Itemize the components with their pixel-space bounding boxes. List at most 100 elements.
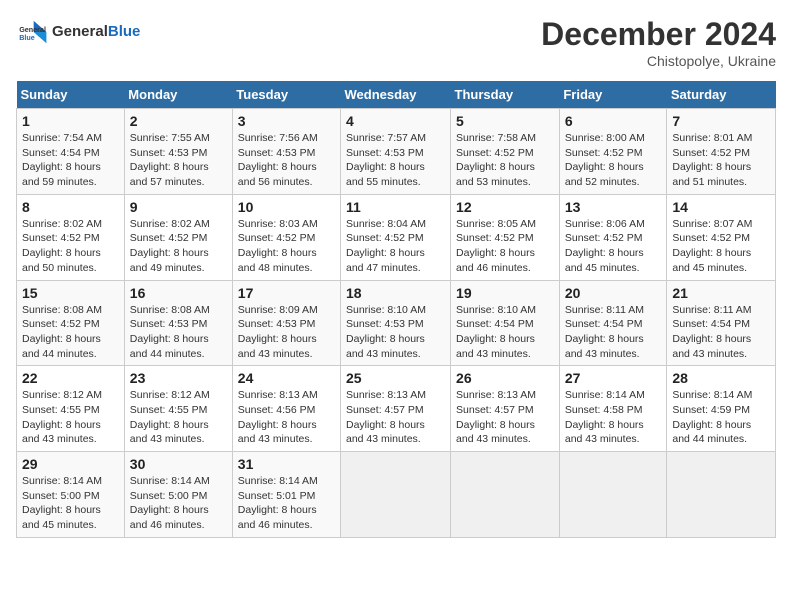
day-number: 24 xyxy=(238,370,335,386)
day-number: 7 xyxy=(672,113,770,129)
calendar-cell: 24 Sunrise: 8:13 AMSunset: 4:56 PMDayligh… xyxy=(232,366,340,452)
col-header-saturday: Saturday xyxy=(667,81,776,109)
calendar-cell: 6 Sunrise: 8:00 AMSunset: 4:52 PMDaylight… xyxy=(559,109,667,195)
day-number: 19 xyxy=(456,285,554,301)
week-row-2: 8 Sunrise: 8:02 AMSunset: 4:52 PMDaylight… xyxy=(17,194,776,280)
calendar-cell: 7 Sunrise: 8:01 AMSunset: 4:52 PMDaylight… xyxy=(667,109,776,195)
calendar-cell: 14Sunrise: 8:07 AMSunset: 4:52 PMDayligh… xyxy=(667,194,776,280)
day-number: 16 xyxy=(130,285,227,301)
calendar-cell: 29 Sunrise: 8:14 AMSunset: 5:00 PMDayligh… xyxy=(17,452,125,538)
col-header-monday: Monday xyxy=(124,81,232,109)
title-area: December 2024 Chistopolye, Ukraine xyxy=(541,16,776,69)
calendar-cell: 30 Sunrise: 8:14 AMSunset: 5:00 PMDayligh… xyxy=(124,452,232,538)
day-detail: Sunrise: 8:11 AMSunset: 4:54 PMDaylight:… xyxy=(565,304,644,360)
col-header-thursday: Thursday xyxy=(451,81,560,109)
week-row-1: 1 Sunrise: 7:54 AMSunset: 4:54 PMDaylight… xyxy=(17,109,776,195)
day-detail: Sunrise: 8:12 AMSunset: 4:55 PMDaylight:… xyxy=(22,389,102,445)
day-detail: Sunrise: 8:09 AMSunset: 4:53 PMDaylight:… xyxy=(238,304,318,360)
calendar-cell: 3Sunrise: 7:56 AMSunset: 4:53 PMDaylight… xyxy=(232,109,340,195)
day-detail: Sunrise: 8:13 AMSunset: 4:57 PMDaylight:… xyxy=(346,389,426,445)
day-number: 4 xyxy=(346,113,445,129)
day-detail: Sunrise: 8:11 AMSunset: 4:54 PMDaylight:… xyxy=(672,304,751,360)
day-detail: Sunrise: 8:08 AMSunset: 4:52 PMDaylight:… xyxy=(22,304,102,360)
calendar-cell: 19 Sunrise: 8:10 AMSunset: 4:54 PMDayligh… xyxy=(451,280,560,366)
day-number: 28 xyxy=(672,370,770,386)
day-number: 31 xyxy=(238,456,335,472)
col-header-wednesday: Wednesday xyxy=(341,81,451,109)
day-detail: Sunrise: 7:57 AMSunset: 4:53 PMDaylight:… xyxy=(346,132,426,188)
day-number: 23 xyxy=(130,370,227,386)
day-detail: Sunrise: 8:13 AMSunset: 4:56 PMDaylight:… xyxy=(238,389,318,445)
day-number: 8 xyxy=(22,199,119,215)
col-header-tuesday: Tuesday xyxy=(232,81,340,109)
calendar-cell: 15Sunrise: 8:08 AMSunset: 4:52 PMDayligh… xyxy=(17,280,125,366)
day-number: 13 xyxy=(565,199,662,215)
day-number: 25 xyxy=(346,370,445,386)
day-number: 27 xyxy=(565,370,662,386)
calendar-cell: 4 Sunrise: 7:57 AMSunset: 4:53 PMDaylight… xyxy=(341,109,451,195)
day-number: 6 xyxy=(565,113,662,129)
day-number: 21 xyxy=(672,285,770,301)
day-detail: Sunrise: 8:05 AMSunset: 4:52 PMDaylight:… xyxy=(456,218,536,274)
day-detail: Sunrise: 8:07 AMSunset: 4:52 PMDaylight:… xyxy=(672,218,752,274)
day-detail: Sunrise: 8:14 AMSunset: 5:00 PMDaylight:… xyxy=(22,475,102,531)
calendar-cell xyxy=(559,452,667,538)
calendar-cell: 28 Sunrise: 8:14 AMSunset: 4:59 PMDayligh… xyxy=(667,366,776,452)
day-detail: Sunrise: 8:10 AMSunset: 4:54 PMDaylight:… xyxy=(456,304,536,360)
calendar-cell xyxy=(667,452,776,538)
calendar-cell: 22Sunrise: 8:12 AMSunset: 4:55 PMDayligh… xyxy=(17,366,125,452)
day-detail: Sunrise: 8:14 AMSunset: 4:59 PMDaylight:… xyxy=(672,389,752,445)
day-detail: Sunrise: 7:54 AMSunset: 4:54 PMDaylight:… xyxy=(22,132,102,188)
day-number: 3 xyxy=(238,113,335,129)
day-number: 17 xyxy=(238,285,335,301)
calendar-cell: 11 Sunrise: 8:04 AMSunset: 4:52 PMDayligh… xyxy=(341,194,451,280)
day-detail: Sunrise: 8:14 AMSunset: 4:58 PMDaylight:… xyxy=(565,389,645,445)
calendar-cell xyxy=(341,452,451,538)
calendar-cell: 16 Sunrise: 8:08 AMSunset: 4:53 PMDayligh… xyxy=(124,280,232,366)
calendar-cell: 26Sunrise: 8:13 AMSunset: 4:57 PMDayligh… xyxy=(451,366,560,452)
calendar-cell: 9 Sunrise: 8:02 AMSunset: 4:52 PMDaylight… xyxy=(124,194,232,280)
month-title: December 2024 xyxy=(541,16,776,53)
day-detail: Sunrise: 8:04 AMSunset: 4:52 PMDaylight:… xyxy=(346,218,426,274)
day-detail: Sunrise: 8:14 AMSunset: 5:00 PMDaylight:… xyxy=(130,475,210,531)
day-number: 20 xyxy=(565,285,662,301)
day-detail: Sunrise: 8:01 AMSunset: 4:52 PMDaylight:… xyxy=(672,132,752,188)
calendar-header-row: SundayMondayTuesdayWednesdayThursdayFrid… xyxy=(17,81,776,109)
day-number: 2 xyxy=(130,113,227,129)
location-subtitle: Chistopolye, Ukraine xyxy=(541,53,776,69)
calendar-cell: 31 Sunrise: 8:14 AMSunset: 5:01 PMDayligh… xyxy=(232,452,340,538)
day-number: 10 xyxy=(238,199,335,215)
week-row-5: 29 Sunrise: 8:14 AMSunset: 5:00 PMDayligh… xyxy=(17,452,776,538)
day-number: 29 xyxy=(22,456,119,472)
col-header-friday: Friday xyxy=(559,81,667,109)
week-row-3: 15Sunrise: 8:08 AMSunset: 4:52 PMDayligh… xyxy=(17,280,776,366)
calendar-cell: 20 Sunrise: 8:11 AMSunset: 4:54 PMDayligh… xyxy=(559,280,667,366)
day-detail: Sunrise: 8:00 AMSunset: 4:52 PMDaylight:… xyxy=(565,132,645,188)
day-detail: Sunrise: 8:02 AMSunset: 4:52 PMDaylight:… xyxy=(130,218,210,274)
day-number: 12 xyxy=(456,199,554,215)
day-detail: Sunrise: 8:08 AMSunset: 4:53 PMDaylight:… xyxy=(130,304,210,360)
calendar-cell: 5 Sunrise: 7:58 AMSunset: 4:52 PMDaylight… xyxy=(451,109,560,195)
calendar-table: SundayMondayTuesdayWednesdayThursdayFrid… xyxy=(16,81,776,538)
day-detail: Sunrise: 8:14 AMSunset: 5:01 PMDaylight:… xyxy=(238,475,318,531)
logo: General Blue GeneralBlue xyxy=(16,16,140,48)
day-number: 11 xyxy=(346,199,445,215)
day-detail: Sunrise: 8:12 AMSunset: 4:55 PMDaylight:… xyxy=(130,389,210,445)
calendar-cell: 18Sunrise: 8:10 AMSunset: 4:53 PMDayligh… xyxy=(341,280,451,366)
day-number: 1 xyxy=(22,113,119,129)
header: General Blue GeneralBlue December 2024 C… xyxy=(16,16,776,69)
col-header-sunday: Sunday xyxy=(17,81,125,109)
logo-icon: General Blue xyxy=(16,16,48,48)
day-detail: Sunrise: 8:13 AMSunset: 4:57 PMDaylight:… xyxy=(456,389,536,445)
day-detail: Sunrise: 8:03 AMSunset: 4:52 PMDaylight:… xyxy=(238,218,318,274)
svg-text:Blue: Blue xyxy=(19,33,35,42)
calendar-cell: 21 Sunrise: 8:11 AMSunset: 4:54 PMDayligh… xyxy=(667,280,776,366)
calendar-cell: 10 Sunrise: 8:03 AMSunset: 4:52 PMDayligh… xyxy=(232,194,340,280)
week-row-4: 22Sunrise: 8:12 AMSunset: 4:55 PMDayligh… xyxy=(17,366,776,452)
day-detail: Sunrise: 8:10 AMSunset: 4:53 PMDaylight:… xyxy=(346,304,426,360)
day-number: 9 xyxy=(130,199,227,215)
day-number: 30 xyxy=(130,456,227,472)
day-detail: Sunrise: 7:58 AMSunset: 4:52 PMDaylight:… xyxy=(456,132,536,188)
day-number: 5 xyxy=(456,113,554,129)
calendar-cell: 13Sunrise: 8:06 AMSunset: 4:52 PMDayligh… xyxy=(559,194,667,280)
